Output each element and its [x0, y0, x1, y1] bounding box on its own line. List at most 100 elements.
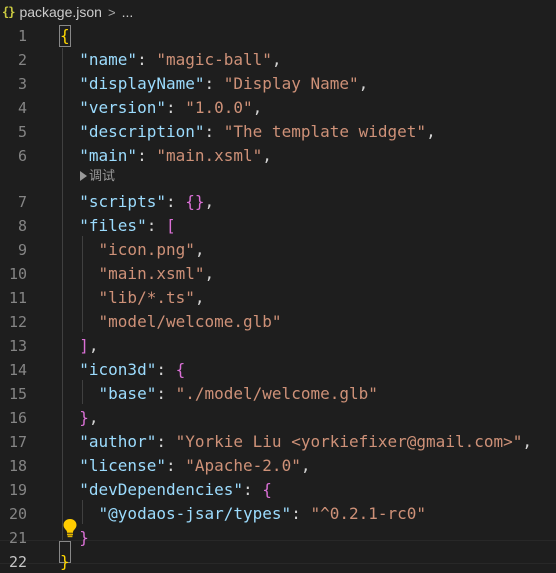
code-line[interactable]: "author": "Yorkie Liu <yorkiefixer@gmail… — [60, 430, 532, 454]
code-token: "name" — [79, 50, 138, 69]
code-token: "./model/welcome.glb" — [175, 384, 378, 403]
code-line[interactable]: "@yodaos-jsar/types": "^0.2.1-rc0" — [60, 502, 427, 526]
code-token: "magic-ball" — [156, 50, 272, 69]
code-token: "The template widget" — [223, 122, 427, 141]
code-token: : — [204, 74, 224, 93]
code-token: : — [137, 50, 157, 69]
line-number: 18 — [8, 457, 27, 475]
code-token: "^0.2.1-rc0" — [310, 504, 427, 523]
code-token: : — [146, 216, 166, 235]
code-line[interactable]: "lib/*.ts", — [60, 286, 205, 310]
line-number: 22 — [8, 553, 27, 571]
line-number: 12 — [8, 313, 27, 331]
code-token: , — [194, 240, 205, 259]
line-number: 21 — [8, 529, 27, 547]
code-token: "Apache-2.0" — [185, 456, 301, 475]
code-token: "version" — [79, 98, 166, 117]
line-number: 2 — [17, 51, 27, 69]
code-line[interactable]: "main": "main.xsml", — [60, 144, 272, 168]
code-token: "devDependencies" — [79, 480, 244, 499]
code-token: , — [194, 288, 205, 307]
code-line[interactable]: "main.xsml", — [60, 262, 215, 286]
code-token: "main" — [79, 146, 138, 165]
code-token: "base" — [98, 384, 157, 403]
code-token: , — [426, 122, 436, 141]
line-number: 17 — [8, 433, 27, 451]
code-token: : — [156, 360, 176, 379]
code-line[interactable]: "scripts": {}, — [60, 190, 214, 214]
code-line[interactable]: } — [60, 550, 70, 573]
code-token: : — [137, 146, 157, 165]
code-token: "model/welcome.glb" — [98, 312, 282, 331]
run-icon — [80, 171, 87, 181]
code-line[interactable]: "description": "The template widget", — [60, 120, 436, 144]
code-token: , — [204, 264, 215, 283]
code-token: , — [88, 408, 99, 427]
code-token: "description" — [79, 122, 205, 141]
code-line[interactable]: }, — [60, 406, 99, 430]
code-token: , — [252, 98, 263, 117]
code-token: , — [300, 456, 311, 475]
code-token: : — [291, 504, 311, 523]
code-token: { — [262, 480, 272, 499]
code-token: "main.xsml" — [156, 146, 263, 165]
code-token: : — [156, 384, 176, 403]
line-number: 20 — [8, 505, 27, 523]
code-line[interactable]: "version": "1.0.0", — [60, 96, 262, 120]
code-line[interactable]: "displayName": "Display Name", — [60, 72, 368, 96]
code-token: "scripts" — [79, 192, 166, 211]
line-number: 9 — [17, 241, 27, 259]
code-line[interactable]: { — [60, 24, 70, 48]
json-file-icon: {} — [2, 5, 15, 19]
line-number: 4 — [17, 99, 27, 117]
code-token: : — [165, 192, 186, 211]
code-token: , — [204, 192, 215, 211]
chevron-right-icon: > — [107, 4, 116, 20]
code-token: } — [79, 408, 89, 427]
codelens-label: 调试 — [89, 169, 116, 184]
line-number: 13 — [8, 337, 27, 355]
lightbulb-icon[interactable] — [62, 518, 78, 538]
code-line[interactable]: "icon3d": { — [60, 358, 185, 382]
code-token: "icon3d" — [79, 360, 157, 379]
code-token: : — [204, 122, 224, 141]
code-line[interactable]: "devDependencies": { — [60, 478, 272, 502]
code-token: } — [79, 528, 89, 547]
line-number: 10 — [8, 265, 27, 283]
code-line[interactable]: "name": "magic-ball", — [60, 48, 281, 72]
code-token: : — [156, 432, 176, 451]
line-number: 3 — [17, 75, 27, 93]
code-token: : — [165, 456, 186, 475]
code-line[interactable]: "license": "Apache-2.0", — [60, 454, 310, 478]
code-line[interactable]: "base": "./model/welcome.glb" — [60, 382, 378, 406]
line-number: 14 — [8, 361, 27, 379]
breadcrumb-filename[interactable]: package.json — [19, 4, 102, 20]
code-token: "Yorkie Liu <yorkiefixer@gmail.com>" — [175, 432, 523, 451]
code-token: "1.0.0" — [185, 98, 253, 117]
code-line[interactable]: "model/welcome.glb" — [60, 310, 282, 334]
code-line[interactable]: ], — [60, 334, 98, 358]
line-number: 8 — [17, 217, 27, 235]
codelens-debug[interactable]: 调试 — [80, 166, 115, 188]
code-line[interactable]: "icon.png", — [60, 238, 205, 262]
breadcrumb-ellipsis[interactable]: ... — [122, 4, 134, 20]
code-token: { — [60, 26, 70, 45]
code-token: [ — [165, 216, 176, 235]
code-editor[interactable]: {} package.json > ... 1 2 3 4 5 6 7 8 9 10 11 12 13 1… — [0, 0, 556, 573]
code-token: { — [175, 360, 186, 379]
code-line[interactable]: "files": [ — [60, 214, 176, 238]
